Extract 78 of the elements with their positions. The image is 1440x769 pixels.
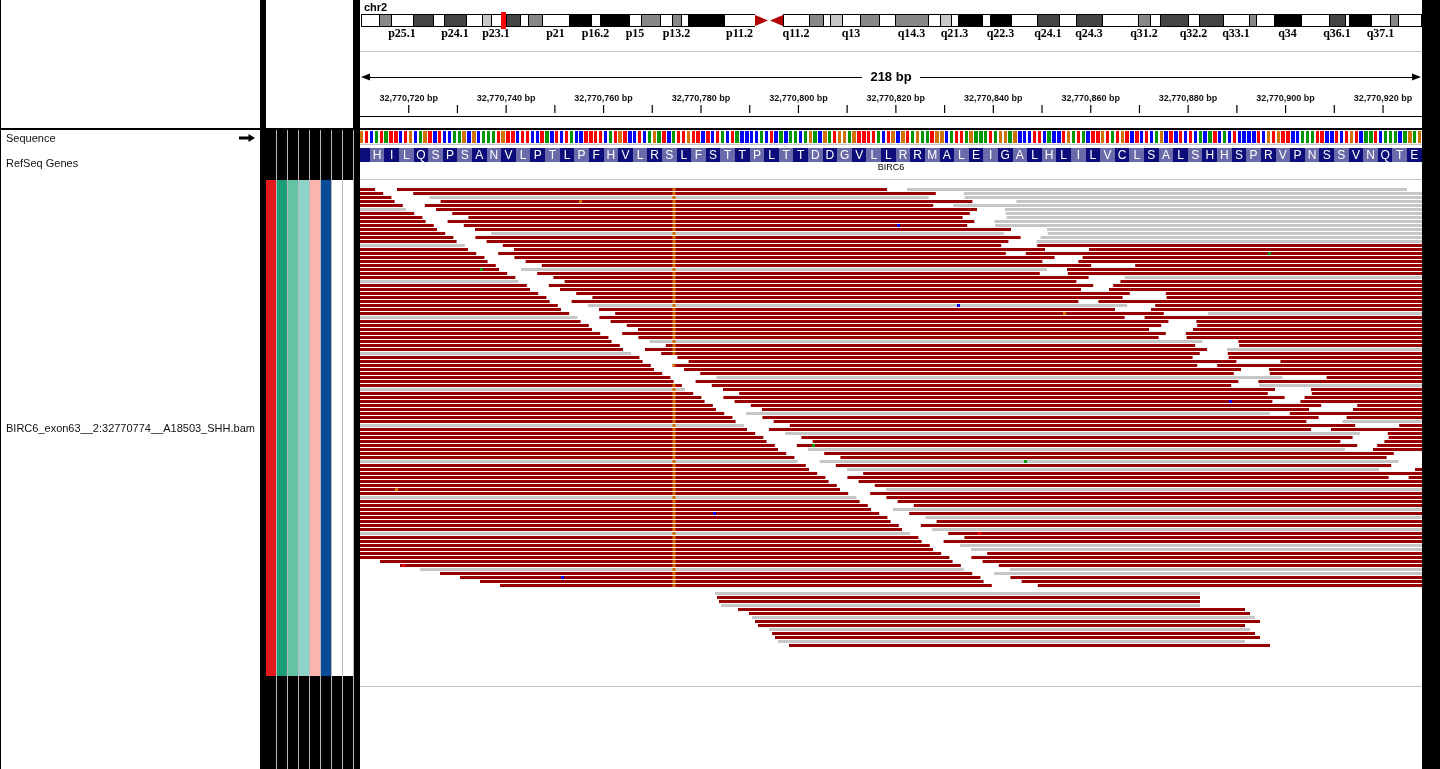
ruler-tick-label: 32,770,720 bp bbox=[379, 93, 438, 104]
amino-acid: L bbox=[764, 148, 779, 162]
ruler-tick-label: 32,770,900 bp bbox=[1256, 93, 1315, 104]
band-label: p15 bbox=[625, 28, 645, 38]
amino-acid: L bbox=[1129, 148, 1145, 162]
amino-acid: R bbox=[647, 148, 662, 162]
amino-acid: T bbox=[720, 148, 735, 162]
amino-acid: V bbox=[618, 148, 633, 162]
ruler-tick-label: 32,770,740 bp bbox=[476, 93, 536, 104]
band-label: q34 bbox=[1278, 28, 1297, 38]
amino-acid: I bbox=[983, 148, 998, 162]
band-label: p25.1 bbox=[388, 28, 416, 38]
track-name[interactable]: Sequence bbox=[6, 131, 56, 144]
amino-acid: S bbox=[1319, 148, 1334, 162]
current-view-marker bbox=[501, 12, 506, 29]
amino-acid: D bbox=[808, 148, 823, 162]
amino-acid: T bbox=[545, 148, 560, 162]
gene-name: BIRC6 bbox=[877, 163, 905, 172]
band-label: q11.2 bbox=[782, 28, 810, 38]
band-label: p13.2 bbox=[662, 28, 691, 38]
amino-acid: T bbox=[1392, 148, 1407, 162]
ruler-tick-label: 32,770,780 bp bbox=[671, 93, 731, 104]
partial-codon-block bbox=[360, 148, 370, 162]
band-label: q36.1 bbox=[1323, 28, 1351, 38]
band-label: p11.2 bbox=[726, 28, 753, 38]
band-label: p21 bbox=[546, 28, 565, 38]
amino-acid: L bbox=[881, 148, 896, 162]
amino-acid: N bbox=[1363, 148, 1378, 162]
amino-acid: P bbox=[1246, 148, 1261, 162]
band-label: q24.1 bbox=[1034, 28, 1062, 38]
band-label: p24.1 bbox=[441, 28, 469, 38]
track-name[interactable]: BIRC6_exon63__2:32770774__A18503_SHH.bam bbox=[6, 422, 255, 434]
band-label: q22.3 bbox=[986, 28, 1015, 38]
amino-acid: L bbox=[954, 148, 969, 162]
band-label: q21.3 bbox=[940, 28, 969, 38]
amino-acid: T bbox=[793, 148, 809, 162]
amino-acid: S bbox=[457, 148, 472, 162]
band-label: p23.1 bbox=[482, 28, 510, 38]
ruler-tick-label: 32,770,860 bp bbox=[1061, 93, 1120, 104]
amino-acid: S bbox=[1144, 148, 1159, 162]
amino-acid: V bbox=[1100, 148, 1115, 162]
ruler-tick-label: 32,770,880 bp bbox=[1158, 93, 1218, 104]
amino-acid: H bbox=[1217, 148, 1232, 162]
band-label: q32.2 bbox=[1179, 28, 1208, 38]
band-label: p16.2 bbox=[581, 28, 610, 38]
ruler-tick-label: 32,770,920 bp bbox=[1353, 93, 1413, 104]
amino-acid: A bbox=[472, 148, 487, 162]
band-label: q37.1 bbox=[1366, 28, 1395, 38]
amino-acid: P bbox=[530, 148, 546, 162]
amino-acid: L bbox=[1027, 148, 1042, 162]
ruler-tick-label: 32,770,760 bp bbox=[574, 93, 633, 104]
amino-acid: P bbox=[1290, 148, 1305, 162]
ruler-tick-label: 32,770,800 bp bbox=[769, 93, 828, 104]
band-label: q13 bbox=[841, 28, 861, 38]
amino-acid: R bbox=[910, 148, 925, 162]
amino-acid: H bbox=[1202, 148, 1218, 162]
track-name[interactable]: RefSeq Genes bbox=[6, 156, 79, 169]
amino-acid: S bbox=[428, 148, 443, 162]
amino-acid: P bbox=[574, 148, 589, 162]
centromere-icon bbox=[755, 14, 783, 27]
amino-acid: L bbox=[866, 148, 882, 162]
amino-acid: G bbox=[837, 148, 852, 162]
band-label: q31.2 bbox=[1130, 28, 1158, 38]
amino-acid: I bbox=[384, 148, 399, 162]
amino-acid: F bbox=[691, 148, 706, 162]
amino-acid: E bbox=[1407, 148, 1422, 162]
chromosome-name: chr2 bbox=[364, 1, 388, 13]
ruler-tick-label: 32,770,820 bp bbox=[866, 93, 926, 104]
band-label: q24.3 bbox=[1075, 28, 1103, 38]
band-label: q14.3 bbox=[897, 28, 926, 38]
arrow-icon[interactable] bbox=[239, 133, 255, 142]
amino-acid: L bbox=[1173, 148, 1188, 162]
band-label: q33.1 bbox=[1222, 28, 1250, 38]
span-label: 218 bp bbox=[869, 70, 913, 84]
amino-acid: L bbox=[1056, 148, 1071, 162]
amino-acid: V bbox=[501, 148, 516, 162]
amino-acid: I bbox=[1071, 148, 1086, 162]
ruler-tick-label: 32,770,840 bp bbox=[963, 93, 1023, 104]
